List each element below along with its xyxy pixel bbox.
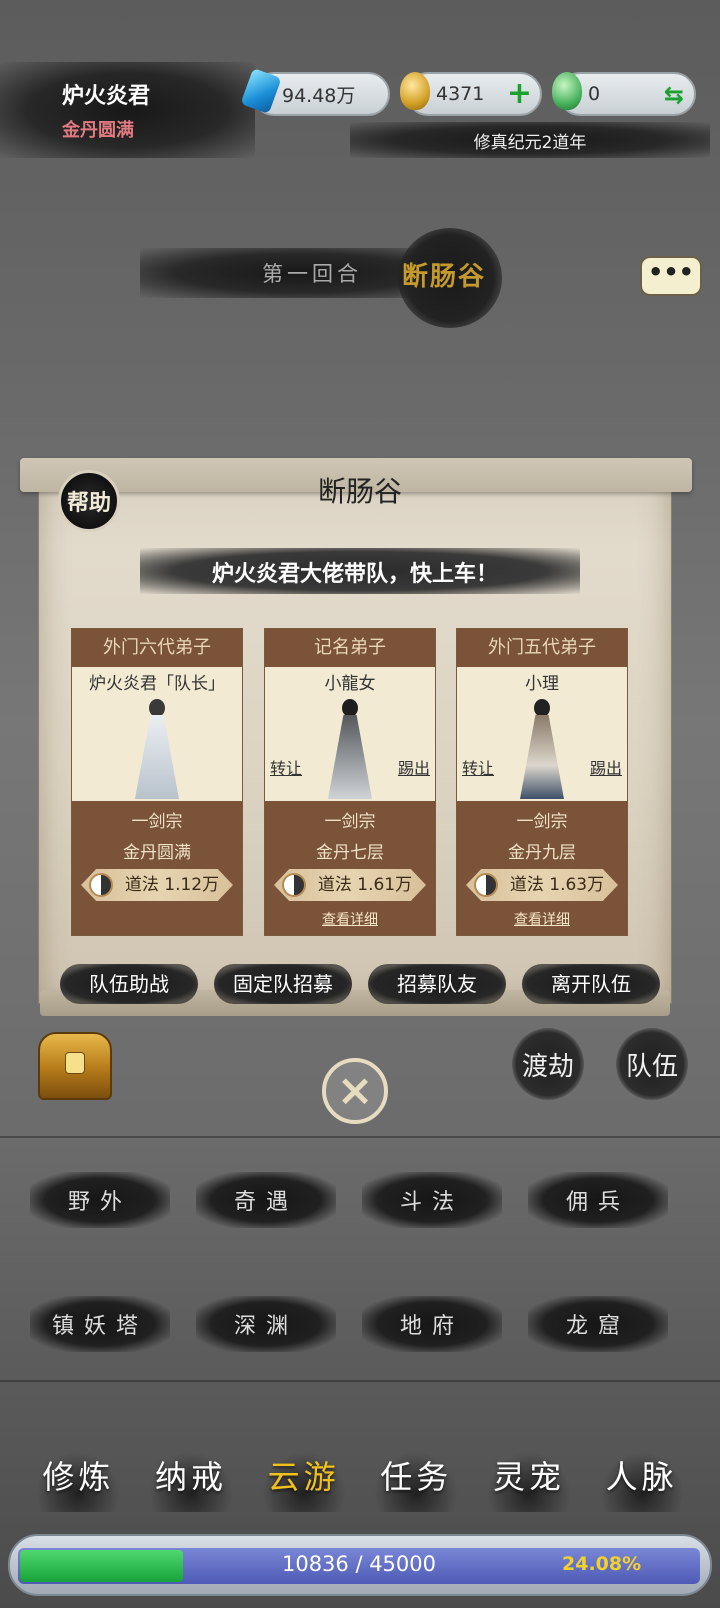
member-dao: 道法 1.61万 [317,875,413,895]
kick-member-link[interactable]: 踢出 [590,755,622,779]
team-actions: 队伍助战 固定队招募 招募队友 离开队伍 [60,964,660,1004]
round-label: 第一回合 [262,262,362,286]
tab-cultivate[interactable]: 修炼 [36,1452,121,1512]
member-name: 小龍女 [324,674,376,694]
bottom-tab-bar: 修炼 纳戒 云游 任务 灵宠 人脉 [0,1452,720,1512]
member-name: 小理 [525,674,559,694]
menu-wild[interactable]: 野外 [30,1172,170,1228]
view-details-link[interactable]: 查看详细 [265,909,435,929]
fixed-team-recruit-button[interactable]: 固定队招募 [214,964,352,1004]
help-button[interactable]: 帮助 [58,470,120,532]
member-stats: 一剑宗 金丹圆满 道法 1.12万 [72,801,242,935]
member-sect: 一剑宗 [516,812,568,832]
member-dao-badge: 道法 1.12万 [81,869,233,901]
jade-value: 0 [588,83,601,105]
member-stats: 一剑宗 金丹九层 道法 1.63万 查看详细 [457,801,627,935]
location-label: 断肠谷 [402,262,487,292]
member-stats: 一剑宗 金丹七层 道法 1.61万 查看详细 [265,801,435,935]
menu-demon-tower[interactable]: 镇妖塔 [30,1296,170,1352]
member-card-3: 外门五代弟子 小理 转让 踢出 一剑宗 金丹九层 道法 1.63万 查看详细 [456,628,628,936]
recruit-teammate-button[interactable]: 招募队友 [368,964,506,1004]
experience-percent: 24.08% [562,1553,642,1575]
member-dao: 道法 1.12万 [124,875,220,895]
member-dao: 道法 1.63万 [509,875,605,895]
gourd-icon [400,72,430,110]
spirit-stone-counter[interactable]: 94.48万 [240,68,390,116]
menu-abyss[interactable]: 深渊 [196,1296,336,1352]
transfer-leader-link[interactable]: 转让 [462,755,494,779]
kick-member-link[interactable]: 踢出 [398,755,430,779]
menu-underworld[interactable]: 地府 [362,1296,502,1352]
menu-mercenary[interactable]: 佣兵 [528,1172,668,1228]
divider [0,1380,720,1382]
jade-icon [552,72,582,110]
chat-icon[interactable]: ••• [640,256,702,296]
member-name: 炉火炎君「队长」 [89,674,225,694]
member-card-leader: 外门六代弟子 炉火炎君「队长」 一剑宗 金丹圆满 道法 1.12万 [71,628,243,936]
member-sect: 一剑宗 [131,812,183,832]
transfer-leader-link[interactable]: 转让 [270,755,302,779]
gold-value: 4371 [436,83,485,105]
swap-icon[interactable]: ⇆ [664,81,684,109]
chest-lock [65,1052,85,1074]
tab-travel[interactable]: 云游 [261,1452,346,1512]
menu-encounter[interactable]: 奇遇 [196,1172,336,1228]
taiji-icon [89,873,113,897]
member-portrait: 转让 踢出 [265,693,435,805]
member-dao-badge: 道法 1.63万 [466,869,618,901]
member-realm: 金丹九层 [508,843,576,863]
menu-duel[interactable]: 斗法 [362,1172,502,1228]
player-info-backdrop [0,62,255,158]
taiji-icon [282,873,306,897]
team-button[interactable]: 队伍 [616,1028,688,1100]
member-portrait [72,693,242,805]
menu-dragon-cave[interactable]: 龙窟 [528,1296,668,1352]
member-dao-badge: 道法 1.61万 [274,869,426,901]
tab-pets[interactable]: 灵宠 [486,1452,571,1512]
member-role: 外门五代弟子 [457,629,627,667]
divider [0,1136,720,1138]
player-rank: 金丹圆满 [62,120,134,141]
member-realm: 金丹七层 [316,843,384,863]
member-portrait: 转让 踢出 [457,693,627,805]
member-role: 记名弟子 [265,629,435,667]
team-banner: 炉火炎君大佬带队，快上车！ [211,562,498,587]
gold-counter[interactable]: 4371 + [400,72,542,116]
member-role: 外门六代弟子 [72,629,242,667]
taiji-icon [474,873,498,897]
era-label: 修真纪元2道年 [350,122,710,158]
leave-team-button[interactable]: 离开队伍 [522,964,660,1004]
member-card-2: 记名弟子 小龍女 转让 踢出 一剑宗 金丹七层 道法 1.61万 查看详细 [264,628,436,936]
tab-ring-storage[interactable]: 纳戒 [148,1452,233,1512]
tribulation-button[interactable]: 渡劫 [512,1028,584,1100]
member-sect: 一剑宗 [324,812,376,832]
tab-quests[interactable]: 任务 [374,1452,459,1512]
character-figure [127,699,187,799]
character-figure [320,699,380,799]
spirit-stone-value: 94.48万 [282,84,356,107]
close-icon[interactable]: × [322,1058,388,1124]
team-assist-button[interactable]: 队伍助战 [60,964,198,1004]
player-name: 炉火炎君 [62,83,151,109]
character-figure [512,699,572,799]
view-details-link[interactable]: 查看详细 [457,909,627,929]
plus-icon[interactable]: + [507,78,532,110]
member-realm: 金丹圆满 [123,843,191,863]
tab-contacts[interactable]: 人脉 [599,1452,684,1512]
jade-counter[interactable]: 0 ⇆ [552,72,696,116]
